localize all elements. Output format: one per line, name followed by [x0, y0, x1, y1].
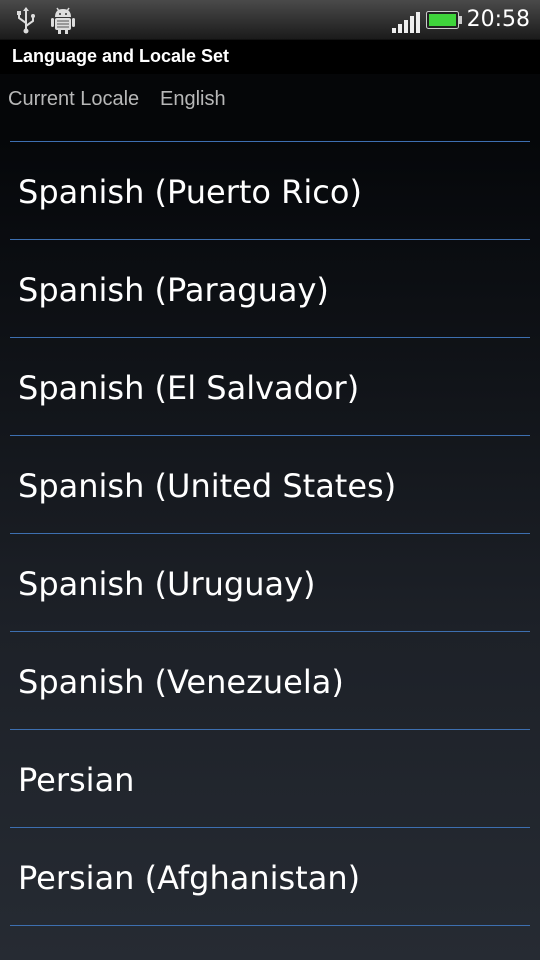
- battery-icon: [426, 11, 462, 29]
- status-bar: 20:58: [0, 0, 540, 40]
- current-locale-row: Current Locale English: [0, 74, 540, 140]
- status-clock: 20:58: [466, 7, 530, 32]
- list-item-label: Spanish (Puerto Rico): [18, 173, 362, 211]
- list-item[interactable]: Spanish (Paraguay): [0, 240, 540, 338]
- current-locale-value: English: [160, 88, 226, 110]
- list-item-label: Persian: [18, 761, 135, 799]
- list-item-label: Spanish (Uruguay): [18, 565, 316, 603]
- usb-icon: [17, 7, 35, 34]
- list-item-label: Spanish (Venezuela): [18, 663, 344, 701]
- list-item[interactable]: Spanish (United States): [0, 436, 540, 534]
- title-bar: Language and Locale Set: [0, 40, 540, 74]
- list-item-label: Persian (Afghanistan): [18, 859, 361, 897]
- list-item-label: Spanish (United States): [18, 467, 397, 505]
- list-item[interactable]: Spanish (Venezuela): [0, 632, 540, 730]
- current-locale-label: Current Locale: [8, 88, 140, 110]
- list-item[interactable]: Spanish (Uruguay): [0, 534, 540, 632]
- signal-icon: [392, 12, 420, 33]
- list-item[interactable]: Persian: [0, 730, 540, 828]
- locale-list[interactable]: Spanish (Puerto Rico) Spanish (Paraguay)…: [0, 140, 540, 960]
- list-item[interactable]: Spanish (El Salvador): [0, 338, 540, 436]
- list-item[interactable]: Spanish (Puerto Rico): [0, 142, 540, 240]
- list-item[interactable]: Persian (Afghanistan): [0, 828, 540, 926]
- page-title: Language and Locale Set: [12, 46, 230, 66]
- list-item-label: Spanish (El Salvador): [18, 369, 360, 407]
- android-debug-icon: [51, 7, 75, 34]
- list-item-label: Spanish (Paraguay): [18, 271, 329, 309]
- list-divider: [10, 925, 530, 926]
